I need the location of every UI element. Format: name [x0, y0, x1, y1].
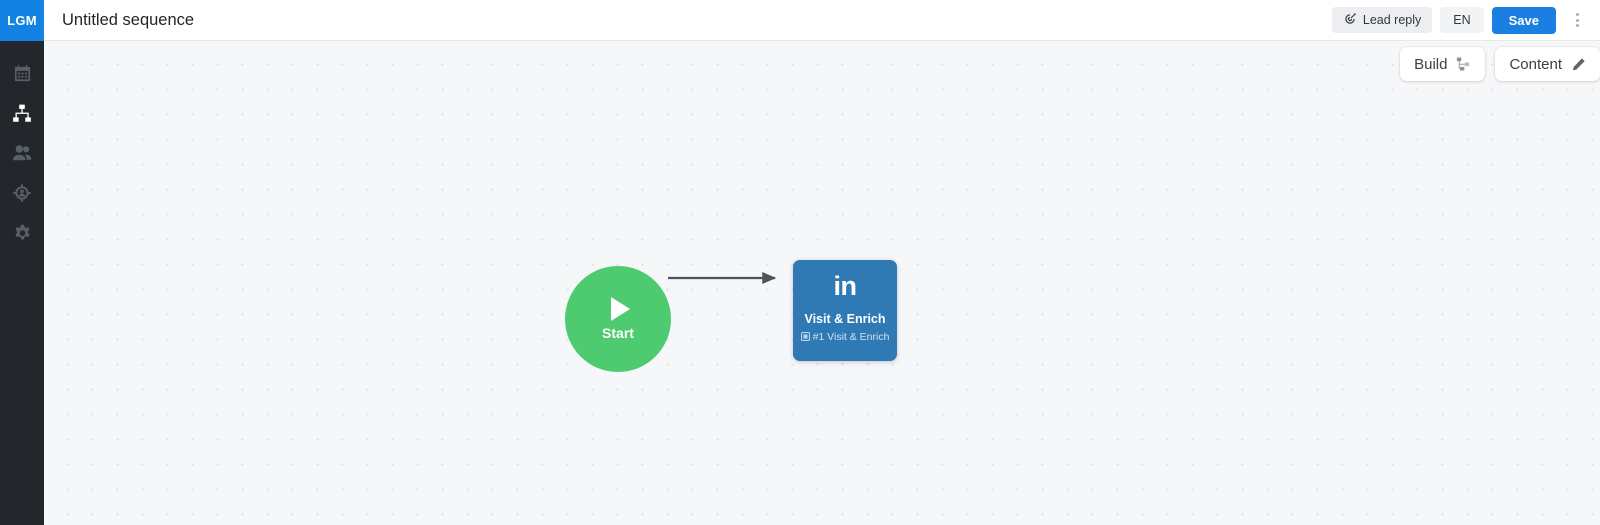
node-start-label: Start [602, 325, 634, 341]
app-root: LGM Untitled sequence Lead reply EN Save… [0, 0, 1600, 525]
node-visit-and-enrich[interactable]: in Visit & Enrich #1 Visit & Enrich [793, 260, 897, 361]
sidebar-item-settings[interactable] [9, 222, 35, 244]
topbar-actions: Lead reply EN Save [1331, 6, 1588, 34]
build-view-label: Build [1414, 55, 1448, 73]
main-area: Untitled sequence Lead reply EN Save Bui… [44, 0, 1600, 525]
sitemap-icon [1456, 57, 1471, 71]
play-icon [611, 297, 630, 321]
app-logo[interactable]: LGM [0, 0, 44, 41]
save-button[interactable]: Save [1491, 6, 1556, 34]
content-view-button[interactable]: Content [1495, 47, 1600, 81]
node-start[interactable]: Start [565, 266, 671, 372]
node-title: Visit & Enrich [804, 312, 886, 326]
language-button[interactable]: EN [1440, 7, 1484, 33]
kebab-menu-icon[interactable] [1566, 7, 1588, 33]
build-view-button[interactable]: Build [1400, 47, 1486, 81]
content-view-label: Content [1509, 55, 1562, 73]
people-icon [12, 144, 32, 162]
gear-icon [13, 224, 32, 243]
linkedin-in-icon: in [833, 271, 858, 301]
sidebar-item-calendar[interactable] [9, 62, 35, 84]
left-sidebar: LGM [0, 0, 44, 525]
sidebar-item-targeting[interactable] [9, 182, 35, 204]
sidebar-item-contacts[interactable] [9, 142, 35, 164]
node-subtitle-label: #1 Visit & Enrich [812, 330, 890, 343]
sidebar-item-sequences[interactable] [9, 102, 35, 124]
lead-reply-button[interactable]: Lead reply [1331, 7, 1433, 33]
view-toggle-group: Build Content [1400, 47, 1600, 81]
flow-canvas[interactable]: Build Content Start in Visit & Enrich #1… [44, 41, 1600, 525]
page-title[interactable]: Untitled sequence [62, 11, 194, 30]
target-person-icon [12, 183, 32, 203]
flow-graph: Start in Visit & Enrich #1 Visit & Enric… [44, 41, 1600, 525]
topbar: Untitled sequence Lead reply EN Save [44, 0, 1600, 41]
pencil-icon [1571, 57, 1586, 72]
sitemap-icon [12, 104, 32, 123]
target-arrow-icon [1343, 12, 1357, 29]
node-subtitle-row: #1 Visit & Enrich [800, 330, 890, 343]
lead-reply-label: Lead reply [1362, 13, 1422, 27]
calendar-icon [13, 64, 32, 83]
sidebar-nav [0, 41, 44, 244]
step-badge-icon [800, 332, 810, 342]
